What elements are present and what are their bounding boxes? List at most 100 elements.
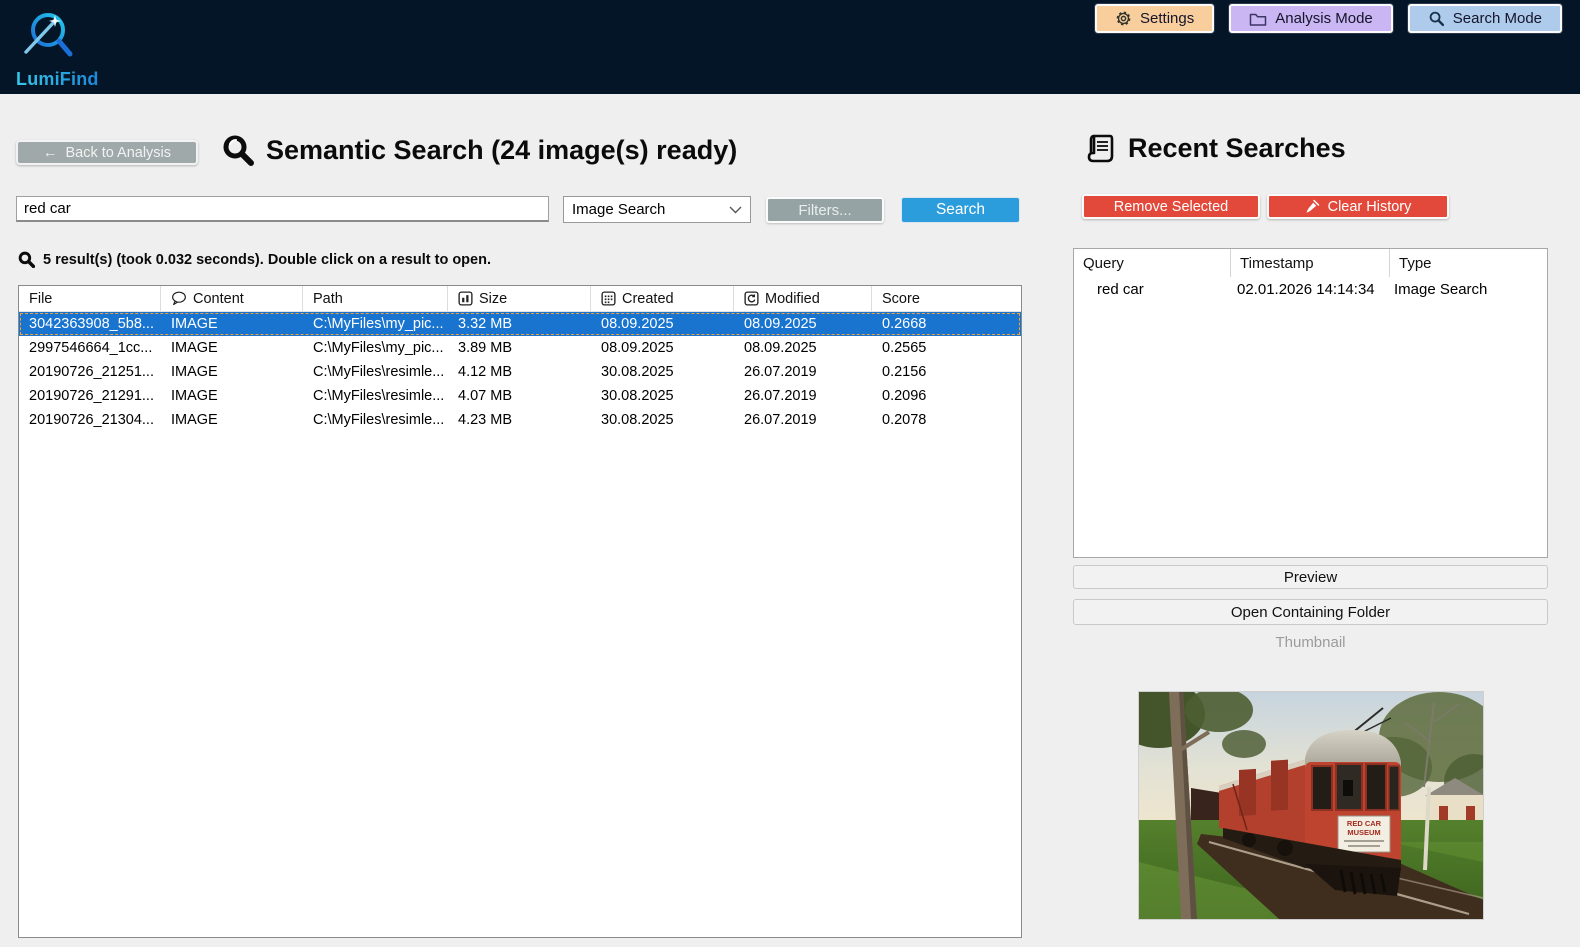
result-row[interactable]: 3042363908_5b8... IMAGE C:\MyFiles\my_pi…	[19, 312, 1021, 336]
cell-file: 3042363908_5b8...	[29, 316, 154, 332]
app-logo: LumiFind	[14, 8, 110, 90]
open-containing-folder-button[interactable]: Open Containing Folder	[1073, 599, 1548, 625]
recent-searches-title-text: Recent Searches	[1128, 133, 1346, 163]
mode-switcher: Settings Analysis Mode Search Mode	[1095, 4, 1562, 33]
cell-file: 20190726_21304...	[29, 412, 154, 428]
search-type-value: Image Search	[572, 201, 666, 218]
cell-path: C:\MyFiles\resimle...	[313, 412, 445, 428]
lumifind-logo-icon	[24, 13, 73, 57]
cell-modified: 26.07.2019	[744, 412, 817, 428]
back-to-analysis-label: Back to Analysis	[65, 144, 172, 161]
cell-created: 30.08.2025	[601, 388, 674, 404]
gear-icon	[1116, 11, 1131, 26]
cell-score: 0.2078	[882, 412, 927, 428]
search-mode-button[interactable]: Search Mode	[1407, 4, 1562, 33]
column-header-path[interactable]: Path	[303, 286, 448, 311]
recent-searches-table: Query Timestamp Type red car 02.01.2026 …	[1073, 248, 1548, 558]
cell-modified: 08.09.2025	[744, 316, 817, 332]
cell-modified: 08.09.2025	[744, 340, 817, 356]
cell-content: IMAGE	[171, 340, 218, 356]
col-content-label: Content	[193, 290, 244, 307]
cell-content: IMAGE	[171, 364, 218, 380]
bar-chart-icon	[458, 291, 473, 306]
page-title-text: Semantic Search (24 image(s) ready)	[266, 134, 738, 165]
column-header-content[interactable]: Content	[161, 286, 303, 311]
back-to-analysis-button[interactable]: ← Back to Analysis	[16, 140, 198, 165]
brush-icon	[1306, 199, 1319, 213]
sign-text-line1: RED CAR	[1347, 819, 1382, 828]
red-trolley-photo: RED CAR MUSEUM	[1113, 680, 1504, 919]
result-row[interactable]: 20190726_21251... IMAGE C:\MyFiles\resim…	[19, 360, 1021, 384]
col-size-label: Size	[479, 290, 508, 307]
search-mode-label: Search Mode	[1452, 10, 1542, 27]
cell-modified: 26.07.2019	[744, 388, 817, 404]
history-icon	[744, 291, 759, 306]
column-header-query[interactable]: Query	[1074, 249, 1231, 277]
search-type-dropdown[interactable]: Image Search	[563, 196, 751, 223]
col-path-label: Path	[313, 290, 343, 307]
col-type-label: Type	[1399, 254, 1432, 272]
remove-selected-label: Remove Selected	[1113, 198, 1229, 215]
cell-query: red car	[1097, 280, 1144, 298]
cell-timestamp: 02.01.2026 14:14:34	[1237, 280, 1375, 298]
column-header-modified[interactable]: Modified	[734, 286, 872, 311]
cell-size: 4.07 MB	[458, 388, 512, 404]
search-button[interactable]: Search	[901, 197, 1020, 223]
col-modified-label: Modified	[765, 290, 820, 307]
result-row[interactable]: 2997546664_1cc... IMAGE C:\MyFiles\my_pi…	[19, 336, 1021, 360]
cell-created: 30.08.2025	[601, 364, 674, 380]
analysis-mode-label: Analysis Mode	[1275, 10, 1373, 27]
cell-path: C:\MyFiles\resimle...	[313, 364, 445, 380]
search-query-input[interactable]	[16, 196, 549, 222]
results-table-header: File Content Path Size Created Modified …	[19, 286, 1021, 312]
thumbnail-image[interactable]: RED CAR MUSEUM	[1113, 680, 1504, 920]
cell-size: 3.32 MB	[458, 316, 512, 332]
column-header-file[interactable]: File	[19, 286, 161, 311]
logo-text: LumiFind	[16, 69, 110, 90]
search-icon	[1429, 11, 1444, 27]
clear-history-button[interactable]: Clear History	[1267, 194, 1449, 219]
col-timestamp-label: Timestamp	[1240, 254, 1314, 272]
column-header-score[interactable]: Score	[872, 286, 1021, 311]
results-summary: 5 result(s) (took 0.032 seconds). Double…	[18, 251, 491, 268]
column-header-created[interactable]: Created	[591, 286, 734, 311]
clear-history-label: Clear History	[1327, 198, 1412, 215]
results-search-icon	[18, 251, 35, 268]
cell-created: 30.08.2025	[601, 412, 674, 428]
col-score-label: Score	[882, 290, 920, 307]
result-row[interactable]: 20190726_21291... IMAGE C:\MyFiles\resim…	[19, 384, 1021, 408]
cell-file: 2997546664_1cc...	[29, 340, 153, 356]
cell-content: IMAGE	[171, 316, 218, 332]
cell-path: C:\MyFiles\my_pic...	[313, 316, 444, 332]
settings-label: Settings	[1140, 10, 1195, 27]
column-header-type[interactable]: Type	[1390, 249, 1547, 277]
column-header-size[interactable]: Size	[448, 286, 591, 311]
cell-file: 20190726_21251...	[29, 364, 154, 380]
cell-score: 0.2565	[882, 340, 927, 356]
results-summary-text: 5 result(s) (took 0.032 seconds). Double…	[43, 251, 491, 268]
cell-score: 0.2668	[882, 316, 927, 332]
back-arrow-icon: ←	[42, 144, 58, 161]
cell-type: Image Search	[1394, 280, 1488, 298]
recent-search-row[interactable]: red car 02.01.2026 14:14:34 Image Search	[1074, 277, 1547, 301]
settings-button[interactable]: Settings	[1095, 4, 1215, 33]
filters-label: Filters...	[798, 201, 852, 219]
analysis-mode-button[interactable]: Analysis Mode	[1229, 4, 1393, 33]
remove-selected-button[interactable]: Remove Selected	[1082, 194, 1260, 219]
cell-file: 20190726_21291...	[29, 388, 154, 404]
cell-size: 4.12 MB	[458, 364, 512, 380]
speech-bubble-icon	[172, 291, 186, 306]
column-header-timestamp[interactable]: Timestamp	[1231, 249, 1390, 277]
recent-searches-title: Recent Searches	[1086, 132, 1346, 165]
top-bar: LumiFind Settings Analysis Mode Search M…	[0, 0, 1580, 94]
sign-text-line2: MUSEUM	[1347, 828, 1380, 837]
page-title: Semantic Search (24 image(s) ready)	[222, 134, 737, 166]
result-row[interactable]: 20190726_21304... IMAGE C:\MyFiles\resim…	[19, 408, 1021, 432]
col-query-label: Query	[1083, 254, 1124, 272]
filters-button[interactable]: Filters...	[766, 197, 884, 223]
col-file-label: File	[29, 290, 53, 307]
scroll-icon	[1087, 134, 1114, 163]
cell-size: 3.89 MB	[458, 340, 512, 356]
cell-content: IMAGE	[171, 388, 218, 404]
preview-button[interactable]: Preview	[1073, 565, 1548, 589]
